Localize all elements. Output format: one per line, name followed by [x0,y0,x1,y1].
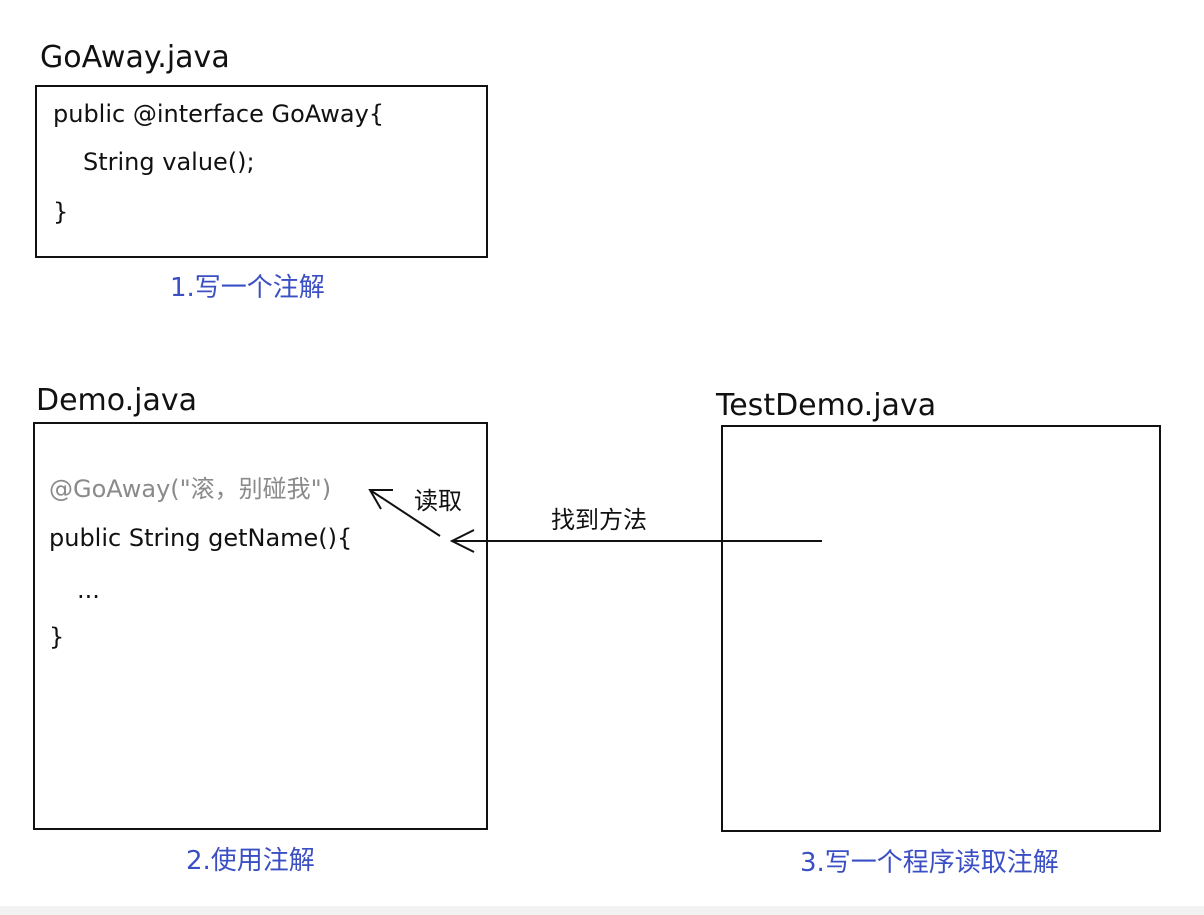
read-arrow-label: 读取 [414,487,462,515]
diagram-arrows [368,489,822,553]
bottom-border-strip [0,906,1204,915]
find-method-arrow-label: 找到方法 [551,506,647,534]
